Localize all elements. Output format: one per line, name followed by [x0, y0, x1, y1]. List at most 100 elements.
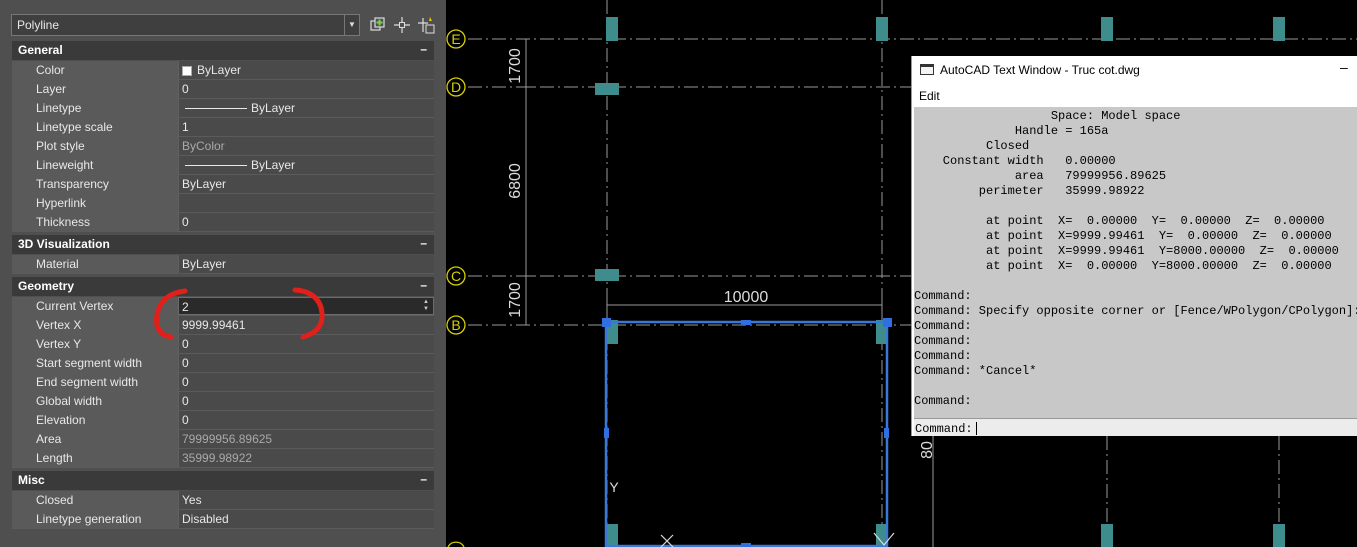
prop-row-lineweight[interactable]: Lineweight ByLayer: [12, 156, 434, 175]
prop-label: Global width: [12, 392, 178, 410]
prop-value[interactable]: 0: [178, 80, 434, 98]
prop-label: Transparency: [12, 175, 178, 193]
grip-vertex[interactable]: [883, 318, 892, 327]
prop-value[interactable]: 0: [178, 213, 434, 231]
prop-row-transparency[interactable]: Transparency ByLayer: [12, 175, 434, 194]
prop-label: Closed: [12, 491, 178, 509]
command-input[interactable]: Command:: [914, 418, 1357, 436]
grip-midpoint[interactable]: [741, 320, 751, 325]
prop-row-elevation[interactable]: Elevation 0: [12, 411, 434, 430]
prop-value[interactable]: Yes: [178, 491, 434, 509]
chevron-down-icon[interactable]: ▼: [344, 15, 359, 35]
grip-midpoint[interactable]: [604, 428, 609, 438]
command-prompt: Command:: [915, 422, 973, 436]
prop-value-text: ByLayer: [251, 158, 296, 172]
prop-row-global-width[interactable]: Global width 0: [12, 392, 434, 411]
dim-text-1700-top: 1700: [507, 48, 524, 84]
prop-label: Linetype scale: [12, 118, 178, 136]
history-line: Command:: [914, 349, 972, 363]
prop-value[interactable]: [178, 194, 434, 212]
prop-row-hyperlink[interactable]: Hyperlink: [12, 194, 434, 213]
prop-value[interactable]: 0: [178, 354, 434, 372]
prop-row-area[interactable]: Area 79999956.89625: [12, 430, 434, 449]
autocad-text-window[interactable]: AutoCAD Text Window - Truc cot.dwg – Edi…: [911, 56, 1357, 436]
prop-value[interactable]: 0: [178, 392, 434, 410]
prop-value-text: ByLayer: [251, 101, 296, 115]
section-3d-visualization[interactable]: 3D Visualization –: [12, 235, 434, 254]
history-line: Space: Model space: [914, 109, 1181, 123]
prop-row-start-segment-width[interactable]: Start segment width 0: [12, 354, 434, 373]
prop-value[interactable]: 0: [178, 411, 434, 429]
minimize-icon[interactable]: –: [1340, 60, 1354, 74]
grip-vertex[interactable]: [602, 318, 611, 327]
bubble-label: E: [451, 31, 460, 47]
prop-value-text: ByLayer: [197, 63, 242, 77]
object-type-dropdown[interactable]: Polyline ▼: [11, 14, 360, 36]
window-app-icon: [920, 64, 934, 75]
prop-value[interactable]: ByLayer: [178, 156, 434, 174]
quick-select-icon[interactable]: [416, 15, 436, 35]
lineweight-preview: [185, 165, 247, 167]
collapse-general-icon[interactable]: –: [420, 42, 427, 56]
collapse-geometry-icon[interactable]: –: [420, 278, 427, 292]
red-annotation-brackets: [154, 287, 325, 340]
prop-row-thickness[interactable]: Thickness 0: [12, 213, 434, 232]
select-objects-icon[interactable]: [392, 15, 412, 35]
section-3d-visualization-title: 3D Visualization: [18, 237, 110, 251]
menu-edit[interactable]: Edit: [919, 89, 940, 103]
prop-label: Plot style: [12, 137, 178, 155]
prop-row-linetype-scale[interactable]: Linetype scale 1: [12, 118, 434, 137]
prop-value[interactable]: ByLayer: [178, 255, 434, 273]
ucs-y-label: Y: [609, 479, 619, 495]
history-line: Command:: [914, 319, 972, 333]
prop-label: Area: [12, 430, 178, 448]
command-history[interactable]: Space: Model space Handle = 165a Closed …: [914, 107, 1357, 418]
prop-label: End segment width: [12, 373, 178, 391]
prop-value[interactable]: ByLayer: [178, 61, 434, 79]
toggle-pickadd-icon[interactable]: [368, 15, 388, 35]
prop-row-length[interactable]: Length 35999.98922: [12, 449, 434, 468]
prop-label: Length: [12, 449, 178, 467]
prop-value[interactable]: 0: [178, 373, 434, 391]
section-general-title: General: [18, 43, 63, 57]
prop-label: Linetype generation: [12, 510, 178, 528]
selected-polyline[interactable]: [602, 318, 892, 547]
history-line: Command: *Cancel*: [914, 364, 1037, 378]
prop-row-end-segment-width[interactable]: End segment width 0: [12, 373, 434, 392]
history-line: Handle = 165a: [914, 124, 1109, 138]
prop-row-linetype[interactable]: Linetype ByLayer: [12, 99, 434, 118]
grip-midpoint[interactable]: [884, 428, 889, 438]
history-line: Command:: [914, 289, 972, 303]
prop-label: Start segment width: [12, 354, 178, 372]
history-line: at point X=9999.99461 Y=8000.00000 Z= 0.…: [914, 244, 1339, 258]
prop-value[interactable]: ByLayer: [178, 99, 434, 117]
dim-text-1700-bottom: 1700: [507, 282, 524, 318]
prop-row-linetype-generation[interactable]: Linetype generation Disabled: [12, 510, 434, 529]
prop-value[interactable]: ByLayer: [178, 175, 434, 193]
prop-label: Color: [12, 61, 178, 79]
ucs-icon: Y: [609, 479, 895, 547]
history-line: at point X= 0.00000 Y=8000.00000 Z= 0.00…: [914, 259, 1332, 273]
dim-text-partial: 80: [919, 441, 936, 459]
prop-row-color[interactable]: Color ByLayer: [12, 61, 434, 80]
dim-text-6800: 6800: [507, 163, 524, 199]
text-cursor: [975, 422, 977, 436]
object-type-value: Polyline: [17, 18, 60, 32]
text-window-titlebar[interactable]: AutoCAD Text Window - Truc cot.dwg –: [912, 56, 1357, 84]
section-general[interactable]: General –: [12, 41, 434, 60]
collapse-3d-visualization-icon[interactable]: –: [420, 236, 427, 250]
prop-row-closed[interactable]: Closed Yes: [12, 491, 434, 510]
prop-label: Material: [12, 255, 178, 273]
grip-midpoint[interactable]: [741, 543, 751, 547]
prop-row-material[interactable]: Material ByLayer: [12, 255, 434, 274]
collapse-misc-icon[interactable]: –: [420, 472, 427, 486]
prop-row-layer[interactable]: Layer 0: [12, 80, 434, 99]
properties-palette: Polyline ▼ General – Color ByLayer Layer…: [0, 0, 446, 547]
vertex-spinner-icon[interactable]: ▲ ▼: [421, 299, 431, 314]
prop-value: 79999956.89625: [178, 430, 434, 448]
bubble-label: C: [451, 268, 461, 284]
prop-row-plot-style[interactable]: Plot style ByColor: [12, 137, 434, 156]
prop-value[interactable]: Disabled: [178, 510, 434, 528]
prop-value[interactable]: 1: [178, 118, 434, 136]
section-misc[interactable]: Misc –: [12, 471, 434, 490]
